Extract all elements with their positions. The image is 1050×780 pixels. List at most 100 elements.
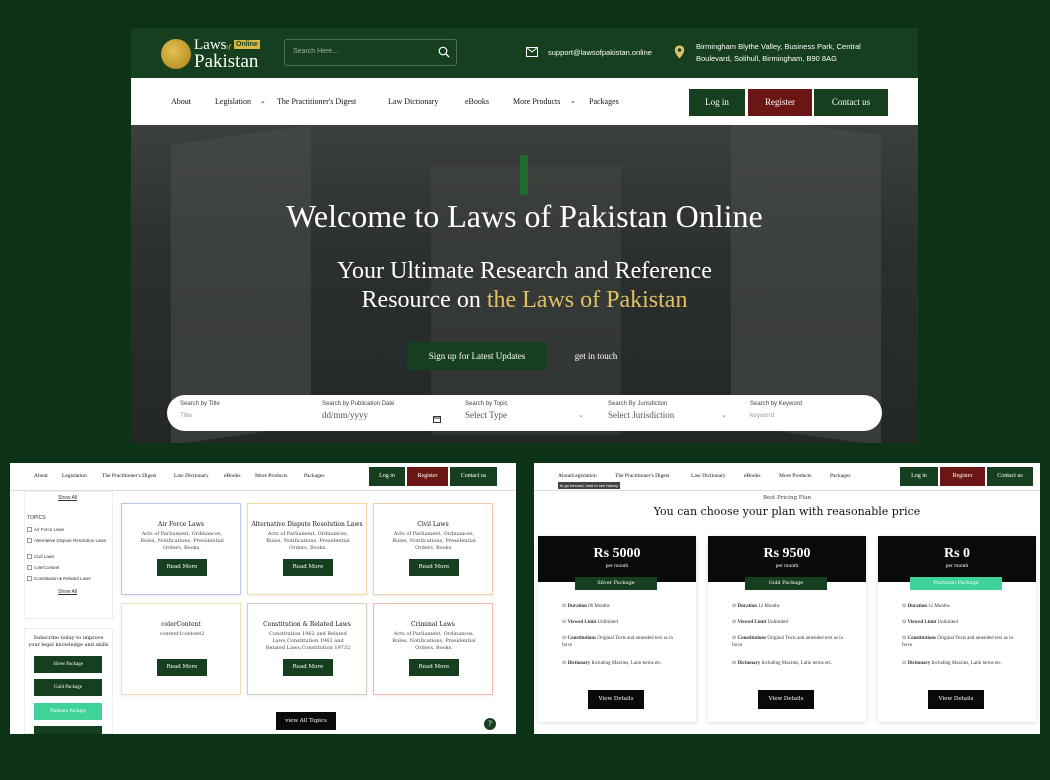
header-search[interactable]: Search Here... <box>284 39 457 66</box>
login-button[interactable]: Log in <box>689 89 745 116</box>
topic-checkbox[interactable] <box>27 538 32 543</box>
nav-ebooks[interactable]: eBooks <box>744 473 761 479</box>
more-products-chevron-down-icon[interactable]: ⌄ <box>570 97 576 105</box>
signup-updates-button[interactable]: Sign up for Latest Updates <box>407 342 547 370</box>
read-more-button[interactable]: Read More <box>409 559 459 576</box>
contact-us-button[interactable]: Contact us <box>987 467 1033 486</box>
nav-law-dictionary[interactable]: Law Dictionary <box>174 473 209 479</box>
gold-package-button[interactable]: Gold Package <box>34 679 102 696</box>
nav-ebooks[interactable]: eBooks <box>465 97 489 106</box>
topic-card[interactable]: Alternative Dispute Resolution Laws Acts… <box>247 503 367 595</box>
subscribe-text: Subscribe today to improve <box>33 635 104 641</box>
search-icon[interactable] <box>438 46 450 58</box>
login-button[interactable]: Log in <box>369 467 405 486</box>
search-title-field[interactable]: Search by Title Title <box>180 401 300 419</box>
search-topic-field[interactable]: Search by Topic Select Type ⌄ <box>465 401 585 420</box>
package-name-badge: Gold Package <box>745 577 827 590</box>
view-details-button[interactable]: View Details <box>588 690 644 709</box>
card-title: colerContent <box>161 621 201 628</box>
show-all-link[interactable]: Show All <box>58 589 77 595</box>
topic-checkbox[interactable] <box>27 576 32 581</box>
site-logo[interactable]: Laws of Online Pakistan <box>161 37 261 72</box>
topic-card[interactable]: Civil Laws Acts of Parliament, Ordinance… <box>373 503 493 595</box>
topic-card[interactable]: colerContent content1content2 Read More <box>121 603 241 695</box>
login-button[interactable]: Log in <box>900 467 938 486</box>
read-more-button[interactable]: Read More <box>157 559 207 576</box>
silver-package-button[interactable]: Silver Package <box>34 656 102 673</box>
nav-about[interactable]: About <box>34 473 48 479</box>
topic-checkbox[interactable] <box>27 554 32 559</box>
topic-chevron-down-icon[interactable]: ⌄ <box>578 411 584 419</box>
price-period: per month <box>945 563 969 569</box>
price-header: Rs 9500 per month <box>708 536 866 582</box>
nav-law-dictionary[interactable]: Law Dictionary <box>691 473 726 479</box>
feature-label: Dictionary <box>737 661 761 666</box>
title-input[interactable]: Title <box>180 412 300 419</box>
nav-legislation[interactable]: Legislation <box>62 473 87 479</box>
legislation-chevron-down-icon[interactable]: ⌄ <box>260 97 266 105</box>
package-name-badge: Silver Package <box>575 577 657 590</box>
nav-law-dictionary[interactable]: Law Dictionary <box>388 97 438 106</box>
jurisdiction-select[interactable]: Select Jurisdiction <box>608 410 728 420</box>
date-input[interactable]: dd/mm/yyyy <box>322 410 442 420</box>
nav-more-products[interactable]: More Products <box>779 473 812 479</box>
jurisdiction-chevron-down-icon[interactable]: ⌄ <box>721 411 727 419</box>
read-more-button[interactable]: Read More <box>157 659 207 676</box>
search-date-field[interactable]: Search by Publication Date dd/mm/yyyy <box>322 401 442 423</box>
topic-card[interactable]: Criminal Laws Acts of Parliament, Ordina… <box>373 603 493 695</box>
search-input[interactable]: Search Here... <box>293 48 338 55</box>
calendar-icon[interactable] <box>433 415 441 423</box>
title-label: Search by Title <box>180 401 220 407</box>
register-button[interactable]: Register <box>748 89 812 116</box>
nav-practitioners-digest[interactable]: The Practitioner's Digest <box>102 473 156 479</box>
view-all-topics-button[interactable]: view All Topics <box>276 712 336 730</box>
contact-us-button[interactable]: Contact us <box>814 89 888 116</box>
view-details-button[interactable]: View Details <box>928 690 984 709</box>
feature-label: Viewed Limit <box>737 620 767 625</box>
get-in-touch-link[interactable]: get in touch <box>561 342 631 370</box>
topic-select[interactable]: Select Type <box>465 410 585 420</box>
lion-emblem-icon <box>161 39 191 69</box>
view-details-button[interactable]: View Details <box>758 690 814 709</box>
nav-packages[interactable]: Packages <box>589 97 619 106</box>
nav-legislation[interactable]: Legislation <box>215 97 251 106</box>
platinum-package-button[interactable]: Platinum Package <box>34 703 102 720</box>
nav-packages[interactable]: Packages <box>304 473 324 479</box>
read-more-button[interactable]: Read More <box>409 659 459 676</box>
nav-practitioners-digest[interactable]: The Practitioner's Digest <box>277 97 356 106</box>
nav-more-products[interactable]: More Products <box>513 97 560 106</box>
nav-ebooks[interactable]: eBooks <box>224 473 241 479</box>
topic-card[interactable]: Air Force Laws Acts of Parliament, Ordin… <box>121 503 241 595</box>
date-label: Search by Publication Date <box>322 401 395 407</box>
show-all-link[interactable]: Show All <box>58 495 77 501</box>
address-line-2: Boulevard, Solihull, Birmingham, B90 8AG <box>696 54 837 63</box>
topic-card[interactable]: Constitution & Related Laws Constitution… <box>247 603 367 695</box>
read-more-button[interactable]: Read More <box>283 559 333 576</box>
feature-value: Unlimited <box>767 620 788 625</box>
support-email[interactable]: support@lawsofpakistan.online <box>548 48 652 57</box>
search-keyword-field[interactable]: Search by Keyword keyword <box>750 401 870 419</box>
nav-about[interactable]: About <box>171 97 191 106</box>
nav-packages[interactable]: Packages <box>830 473 850 479</box>
nav-legislation[interactable]: Legislation <box>572 473 597 479</box>
feature-dictionary: ⊙ Dictionary Including Maxims, Latin ter… <box>732 661 833 666</box>
topic-checkbox[interactable] <box>27 527 32 532</box>
nav-practitioners-digest[interactable]: The Practitioner's Digest <box>615 473 669 479</box>
package-button-partial[interactable] <box>34 726 102 734</box>
hero-subtitle-plain: Resource on <box>361 287 487 313</box>
nav-more-products[interactable]: More Products <box>255 473 288 479</box>
read-more-button[interactable]: Read More <box>283 659 333 676</box>
feature-duration: ⊙ Duration 12 Months <box>732 604 780 609</box>
contact-us-button[interactable]: Contact us <box>450 467 497 486</box>
topic-checkbox[interactable] <box>27 565 32 570</box>
feature-value: Including Maxims, Latin terms etc. <box>930 661 1003 666</box>
feature-limit: ⊙ Viewed Limit Unlimited <box>732 620 788 625</box>
help-icon[interactable]: ? <box>484 718 496 730</box>
nav-about[interactable]: About <box>558 473 572 479</box>
keyword-input[interactable]: keyword <box>750 412 870 419</box>
pricing-card-silver: Rs 5000 per month Silver Package ⊙ Durat… <box>538 536 696 722</box>
topic-label: Search by Topic <box>465 401 508 407</box>
register-button[interactable]: Register <box>940 467 985 486</box>
register-button[interactable]: Register <box>407 467 448 486</box>
search-jurisdiction-field[interactable]: Search By Jurisdiction Select Jurisdicti… <box>608 401 728 420</box>
